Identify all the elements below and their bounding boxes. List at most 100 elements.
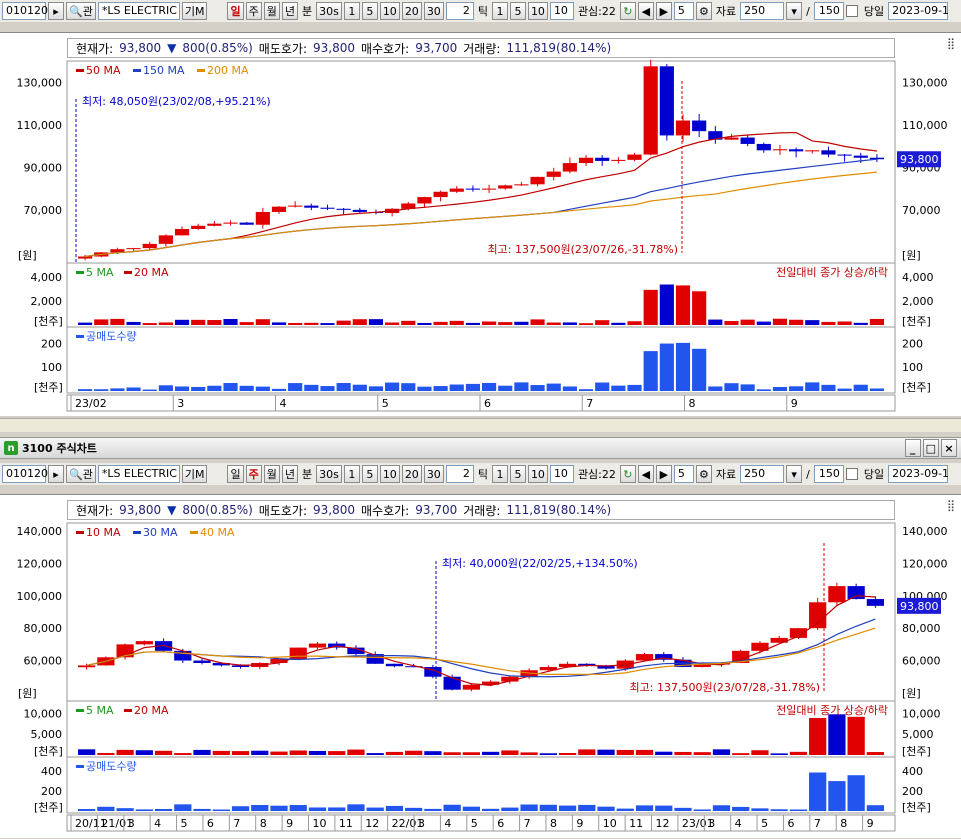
data-view-input[interactable]: 150 <box>813 2 844 20</box>
period-month-button-2[interactable]: 월 <box>263 465 280 483</box>
stock-name-field-2[interactable]: *LS ELECTRIC <box>97 465 180 483</box>
dropdown-arrow-icon[interactable]: ▸ <box>48 465 64 483</box>
maximize-icon[interactable]: □ <box>922 439 939 457</box>
next-icon[interactable]: ▶ <box>655 465 672 483</box>
volume-bar <box>135 750 153 755</box>
volume-bar <box>352 319 367 325</box>
period-day-button-2[interactable]: 일 <box>227 465 244 483</box>
n20-button-2[interactable]: 20 <box>401 465 422 483</box>
volume-bar <box>443 752 461 755</box>
settings-icon[interactable]: ⚙ <box>695 2 712 20</box>
t5-button[interactable]: 5 <box>509 2 526 20</box>
n1-button[interactable]: 1 <box>343 2 360 20</box>
min-30-button[interactable]: 30s <box>316 2 342 20</box>
date-field-2[interactable]: 2023-09-1 <box>888 465 949 483</box>
stock-name-field[interactable]: *LS ELECTRIC <box>97 2 180 20</box>
top-chart[interactable]: 130,000 130,000110,000 110,00090,000 90,000… <box>0 33 961 417</box>
n5-button-2[interactable]: 5 <box>361 465 378 483</box>
t-input[interactable]: 10 <box>549 2 574 20</box>
period-day-button[interactable]: 일 <box>227 2 244 20</box>
minimize-icon[interactable]: _ <box>904 439 921 457</box>
t1-button[interactable]: 1 <box>491 2 508 20</box>
price-tick-label-right: 140,000 <box>902 525 948 538</box>
volume-bar <box>708 319 723 325</box>
count-input[interactable]: 5 <box>673 2 694 20</box>
t10-button-2[interactable]: 10 <box>527 465 548 483</box>
volume-tick-label: 5,000 <box>31 728 63 741</box>
search-button[interactable]: 🔍 관 <box>66 2 96 20</box>
next-icon[interactable]: ▶ <box>655 2 672 20</box>
volume-bar <box>417 322 432 325</box>
n5-button[interactable]: 5 <box>361 2 378 20</box>
minute-label: 분 <box>301 5 313 18</box>
volume-bar <box>724 321 739 325</box>
min-30-button-2[interactable]: 30s <box>316 465 342 483</box>
close-icon[interactable]: × <box>941 439 957 457</box>
same-day-checkbox-2[interactable] <box>845 468 858 480</box>
short-bar <box>433 386 448 391</box>
candle-body <box>304 205 319 208</box>
search-button-2[interactable]: 🔍 관 <box>66 465 96 483</box>
stock-code-input[interactable]: 010120 <box>2 2 48 20</box>
t5-button-2[interactable]: 5 <box>509 465 526 483</box>
price-tick-label-right: 60,000 <box>902 655 941 668</box>
chevron-down-icon[interactable]: ▾ <box>786 465 803 483</box>
candle-body <box>546 171 561 177</box>
legend-swatch <box>190 531 198 534</box>
window-titlebar: n 3100 주식차트 _ □ × <box>0 437 961 459</box>
short-bar <box>866 805 884 811</box>
data-count-select[interactable]: 250 <box>740 2 785 20</box>
t10-button[interactable]: 10 <box>527 2 548 20</box>
candle-body <box>191 225 206 229</box>
settings-icon[interactable]: ⚙ <box>695 465 712 483</box>
short-bar <box>289 805 307 811</box>
tick-input[interactable]: 2 <box>445 2 474 20</box>
short-bar <box>78 809 96 811</box>
short-bar <box>751 808 769 811</box>
short-tick-label-right: 100 <box>902 361 923 374</box>
count-input-2[interactable]: 5 <box>673 465 694 483</box>
n10-button-2[interactable]: 10 <box>379 465 400 483</box>
period-month-button[interactable]: 월 <box>263 2 280 20</box>
search-label: 관 <box>82 468 93 481</box>
legend-swatch <box>76 709 84 712</box>
same-day-checkbox[interactable] <box>845 5 858 17</box>
data-view-input-2[interactable]: 150 <box>813 465 844 483</box>
tick-input-2[interactable]: 2 <box>445 465 474 483</box>
volume-bar <box>789 751 808 755</box>
short-bar <box>597 806 615 811</box>
refresh-icon[interactable]: ↻ <box>619 465 636 483</box>
n30-button-2[interactable]: 30 <box>423 465 444 483</box>
candle-body <box>308 643 327 648</box>
period-year-button[interactable]: 년 <box>281 2 298 20</box>
t1-button-2[interactable]: 1 <box>491 465 508 483</box>
date-field[interactable]: 2023-09-1 <box>888 2 949 20</box>
n30-button[interactable]: 30 <box>423 2 444 20</box>
stock-code-input-2[interactable]: 010120 <box>2 465 48 483</box>
x-axis-label: 9 <box>867 817 874 830</box>
period-year-button-2[interactable]: 년 <box>281 465 298 483</box>
info-button-2[interactable]: 기M <box>181 465 208 483</box>
short-bar <box>270 805 288 811</box>
info-button[interactable]: 기M <box>181 2 208 20</box>
t-input-2[interactable]: 10 <box>549 465 574 483</box>
candle-body <box>320 207 335 209</box>
data-count-select-2[interactable]: 250 <box>740 465 785 483</box>
top-scrollbar[interactable] <box>0 418 961 432</box>
n20-button[interactable]: 20 <box>401 2 422 20</box>
volume-bar <box>308 750 327 755</box>
short-bar <box>449 384 464 391</box>
prev-icon[interactable]: ◀ <box>637 465 654 483</box>
chevron-down-icon[interactable]: ▾ <box>786 2 803 20</box>
dropdown-arrow-icon[interactable]: ▸ <box>48 2 64 20</box>
n1-button-2[interactable]: 1 <box>343 465 360 483</box>
period-week-button[interactable]: 주 <box>245 2 262 20</box>
volume-bar <box>847 716 865 755</box>
prev-icon[interactable]: ◀ <box>637 2 654 20</box>
volume-bar <box>368 319 384 325</box>
n10-button[interactable]: 10 <box>379 2 400 20</box>
period-week-button-2[interactable]: 주 <box>245 465 262 483</box>
x-axis-label: 8 <box>260 817 267 830</box>
refresh-icon[interactable]: ↻ <box>619 2 636 20</box>
bottom-chart[interactable]: 140,000 140,000120,000 120,000100,000 100,0… <box>0 495 961 839</box>
